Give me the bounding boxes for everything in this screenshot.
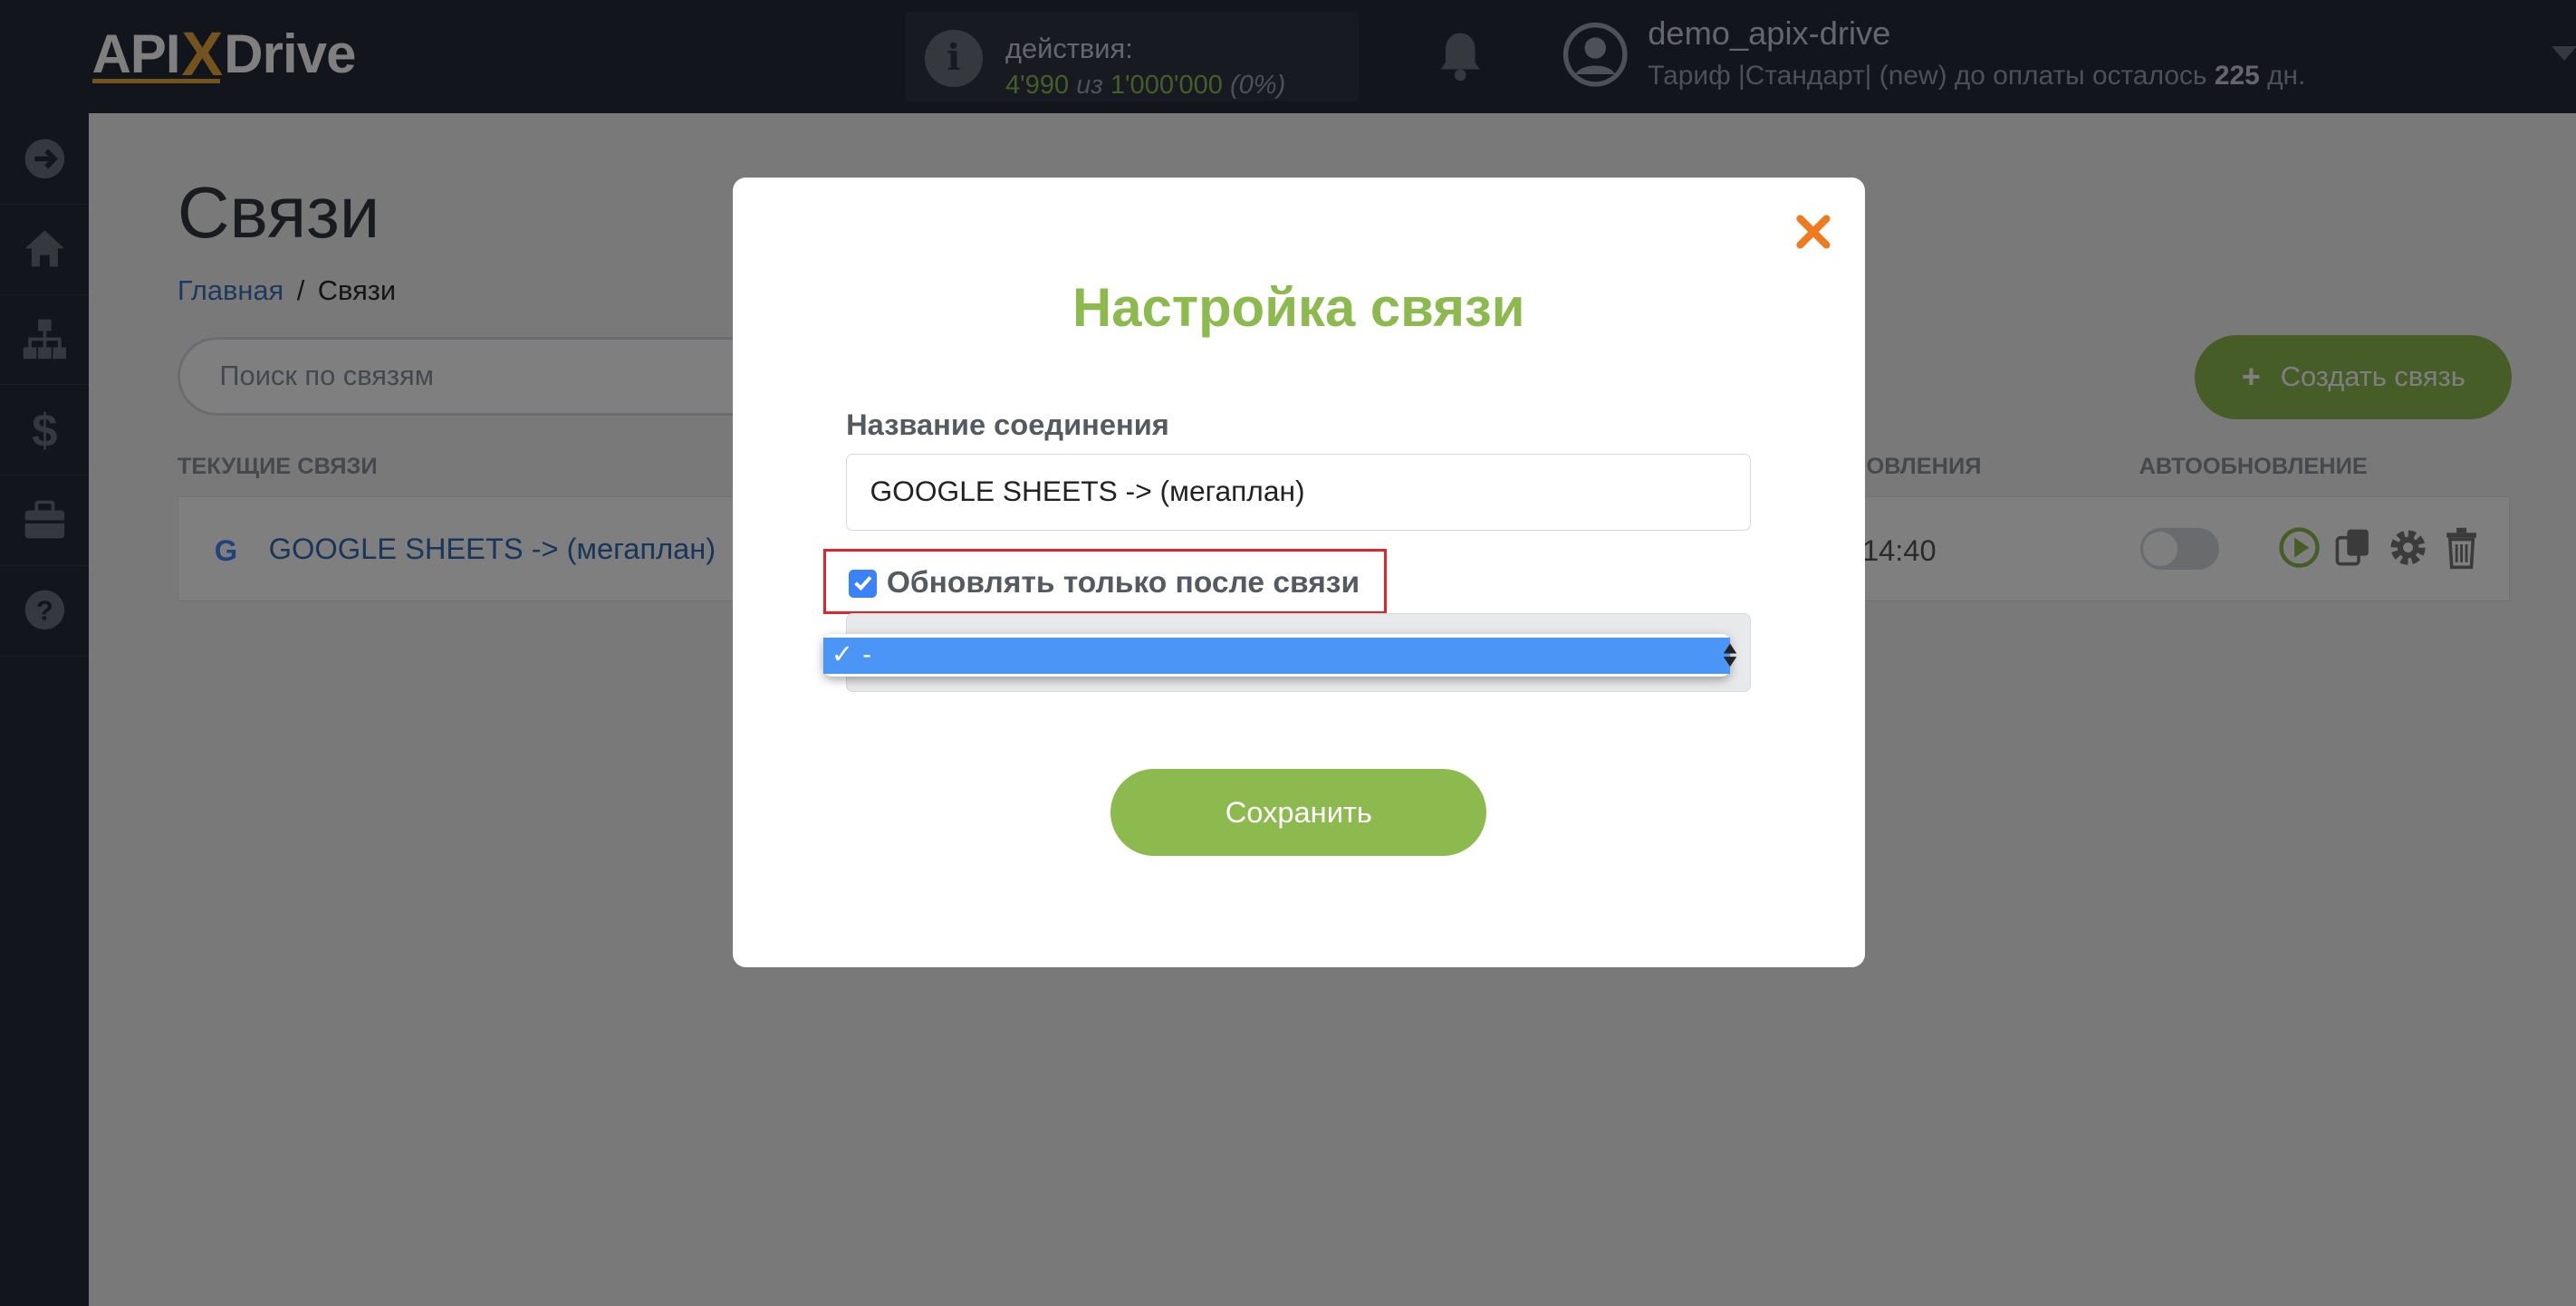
- connection-settings-modal: Настройка связи Название соединения GOOG…: [732, 177, 1865, 968]
- save-button[interactable]: Сохранить: [1110, 768, 1487, 856]
- connection-name-label: Название соединения: [846, 407, 1169, 441]
- checkmark-icon: ✓: [831, 639, 854, 669]
- checkbox-highlight-frame: Обновлять только после связи: [822, 548, 1387, 615]
- modal-title: Настройка связи: [1072, 276, 1525, 338]
- select-dropdown-list: ✓ -: [822, 634, 1737, 677]
- check-icon: [853, 576, 872, 591]
- update-after-checkbox-label[interactable]: Обновлять только после связи: [887, 566, 1360, 600]
- close-icon[interactable]: [1795, 214, 1831, 250]
- select-arrows-icon: [1723, 643, 1737, 667]
- dropdown-option[interactable]: ✓ -: [822, 637, 1730, 674]
- update-after-checkbox[interactable]: [849, 569, 877, 598]
- connection-name-field[interactable]: GOOGLE SHEETS -> (мегаплан): [846, 453, 1752, 531]
